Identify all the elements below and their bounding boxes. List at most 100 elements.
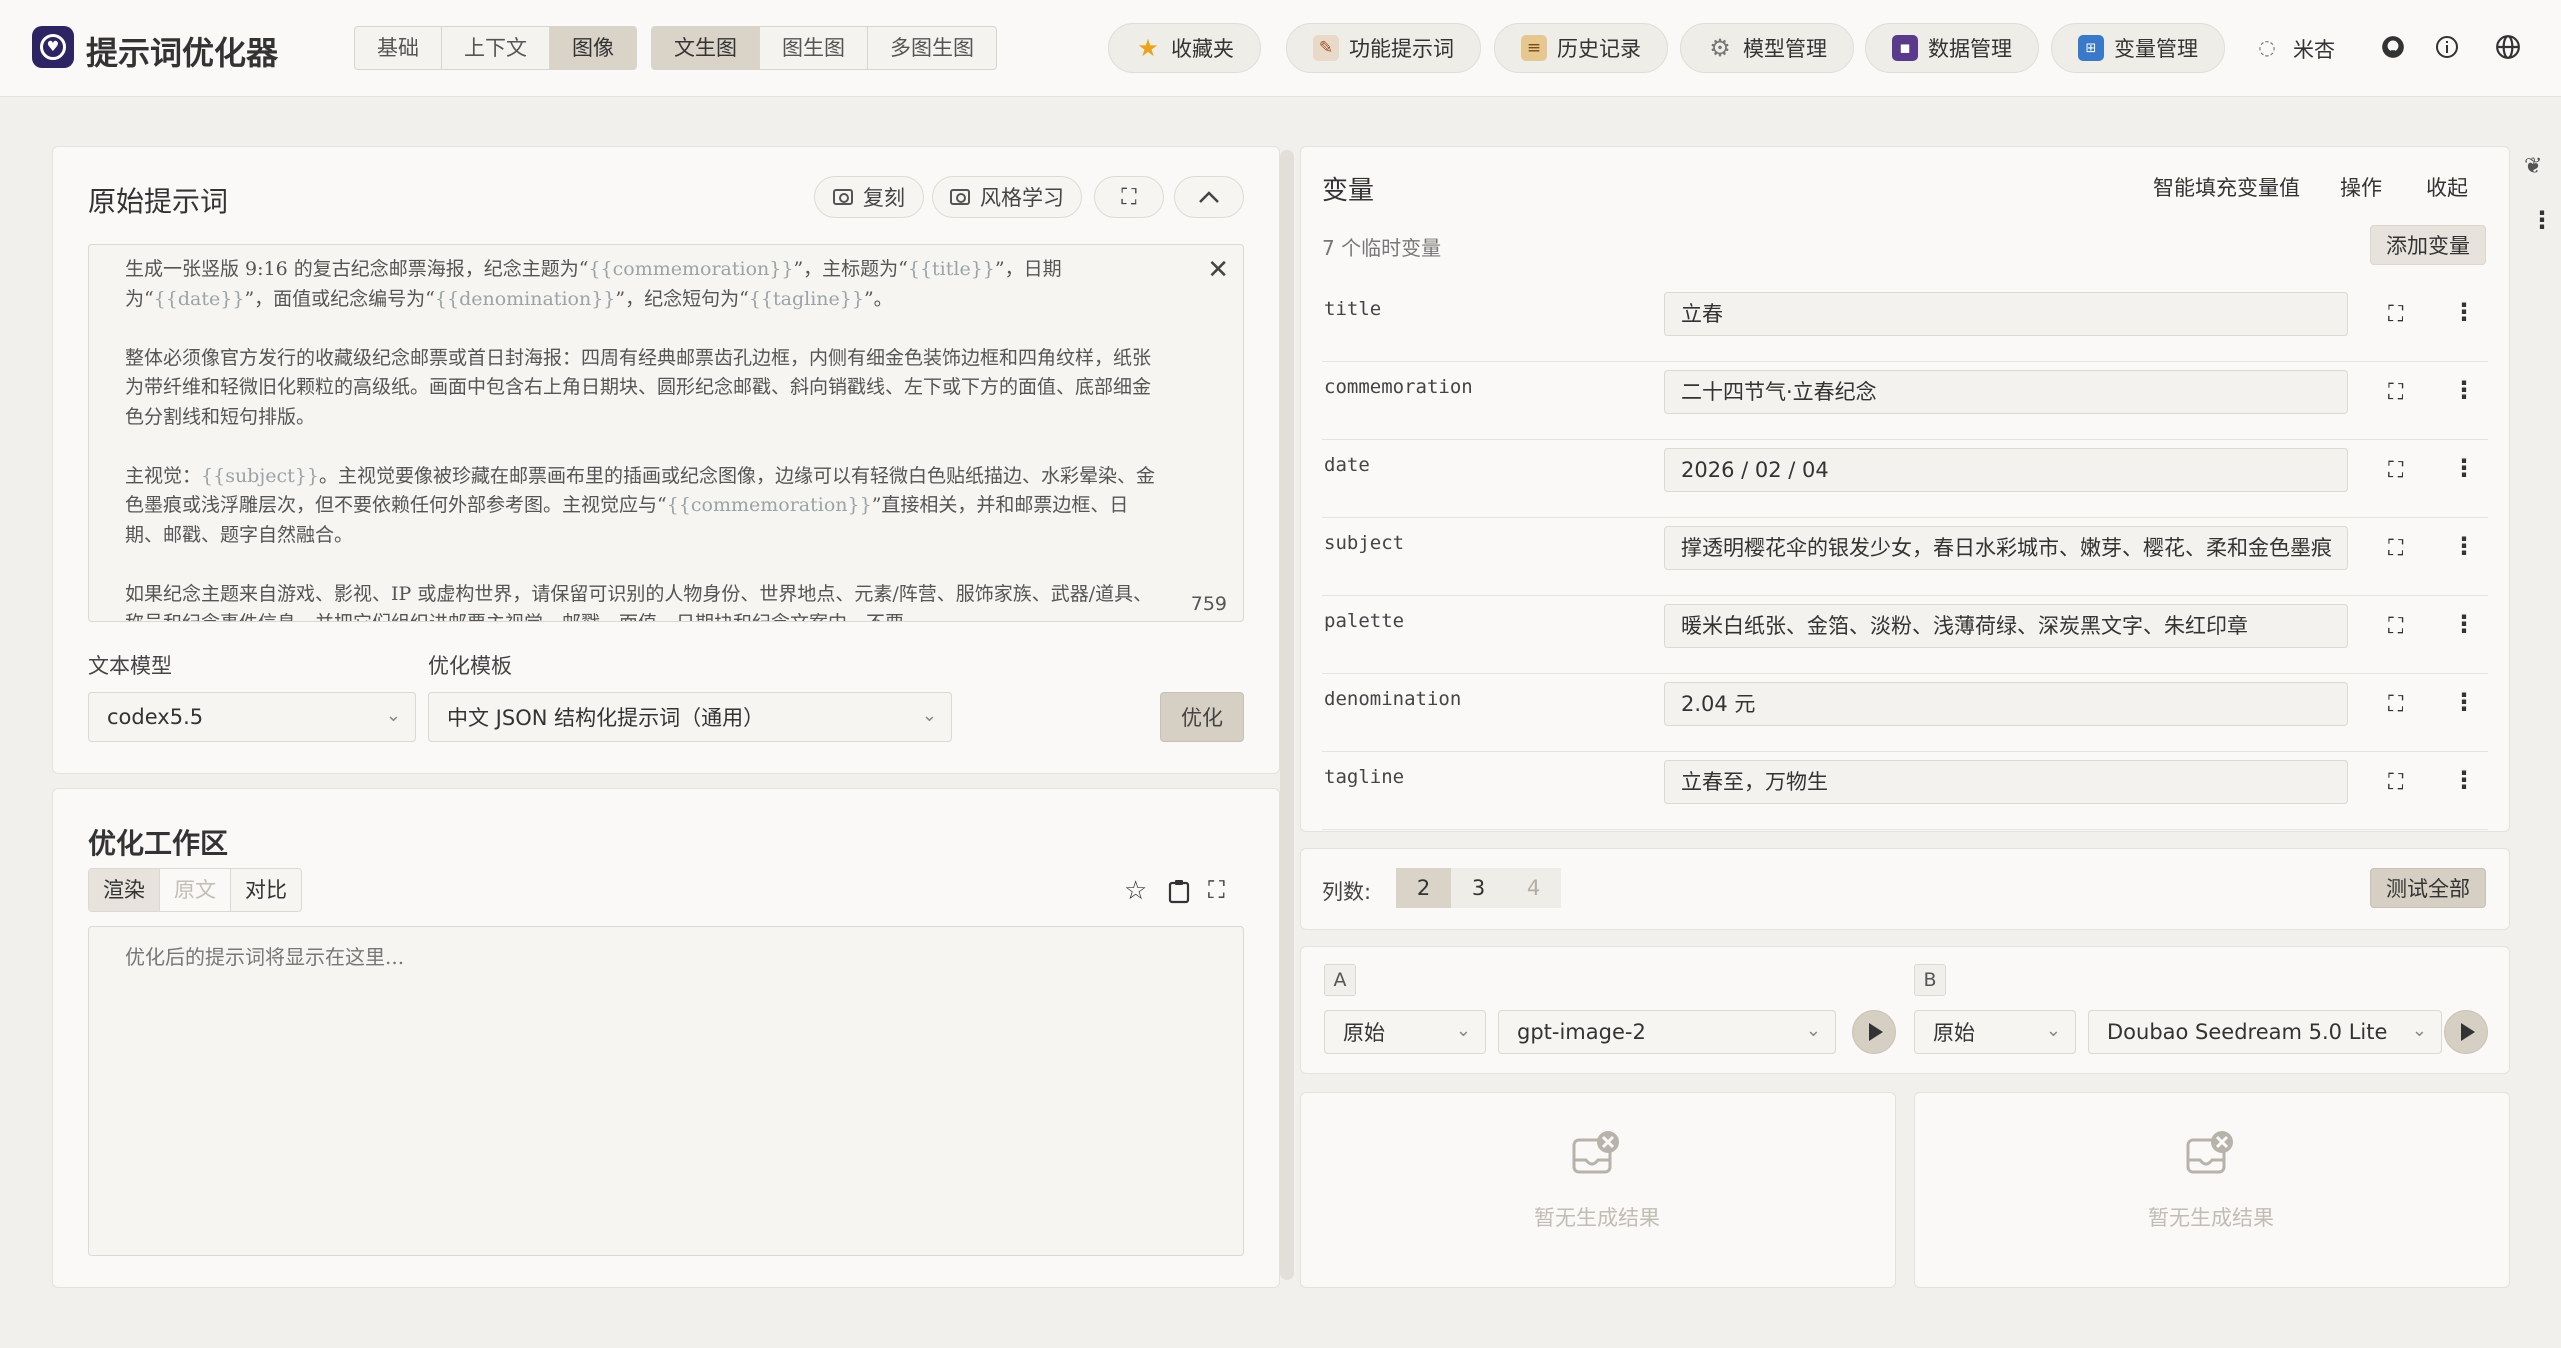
original-prompt-text: 生成一张竖版 9:16 的复古纪念邮票海报，纪念主题为“ {{commemorat… (125, 255, 1155, 622)
clear-icon[interactable]: ✕ (1207, 255, 1229, 285)
columns-option-3[interactable]: 3 (1451, 868, 1506, 908)
operations-button[interactable]: 操作 (2340, 172, 2382, 202)
variable-row: commemoration 二十四节气·立春纪念 ⛶ ⋮ (1322, 362, 2488, 440)
prompt-text-segment: 生成一张竖版 9:16 的复古纪念邮票海报，纪念主题为“ (125, 258, 589, 280)
prompt-text-segment: 如果纪念主题来自游戏、影视、IP 或虚构世界，请保留可识别的人物身份、世界地点、… (125, 582, 1153, 622)
run-model-b-button[interactable] (2444, 1010, 2488, 1054)
more-vertical-icon[interactable]: ⋮ (2452, 610, 2476, 638)
github-icon[interactable] (2378, 32, 2408, 62)
variable-name: palette (1324, 610, 1405, 632)
run-model-a-button[interactable] (1852, 1010, 1896, 1054)
text-model-select[interactable]: codex5.5 ⌄ (88, 692, 416, 742)
info-icon[interactable] (2432, 32, 2462, 62)
style-learning-button[interactable]: 风格学习 (932, 176, 1082, 218)
prompt-text-segment: ”。 (863, 287, 893, 310)
expand-icon[interactable]: ⛶ (2388, 770, 2403, 795)
columns-option-4[interactable]: 4 (1506, 868, 1561, 908)
more-vertical-icon[interactable]: ⋮ (2452, 688, 2476, 716)
variable-value-input[interactable]: 立春至，万物生 (1664, 760, 2348, 804)
expand-icon[interactable]: ⛶ (1208, 876, 1225, 904)
tab-render[interactable]: 渲染 (89, 869, 160, 911)
original-prompt-textarea[interactable]: 生成一张竖版 9:16 的复古纪念邮票海报，纪念主题为“ {{commemorat… (88, 244, 1244, 622)
smart-fill-button[interactable]: 智能填充变量值 (2153, 172, 2300, 202)
expand-icon: ⛶ (1121, 184, 1137, 210)
expand-icon[interactable]: ⛶ (2388, 302, 2403, 327)
expand-icon[interactable]: ⛶ (2388, 614, 2403, 639)
more-vertical-icon[interactable]: ⋮ (2452, 532, 2476, 560)
tab-basic[interactable]: 基础 (355, 27, 442, 69)
chevron-down-icon: ⌄ (1805, 1020, 1821, 1041)
variable-token: {{tagline}} (748, 287, 864, 310)
camera-icon (950, 189, 970, 205)
expand-icon[interactable]: ⛶ (2388, 458, 2403, 483)
optimize-button[interactable]: 优化 (1160, 692, 1244, 742)
more-vertical-icon[interactable]: ⋮ (2452, 298, 2476, 326)
expand-icon[interactable]: ⛶ (2388, 692, 2403, 717)
model-a-select[interactable]: gpt-image-2 ⌄ (1498, 1010, 1836, 1054)
model-b-mode-value: 原始 (1933, 1021, 1975, 1045)
copy-button[interactable]: 复刻 (814, 176, 924, 218)
workspace-title: 优化工作区 (88, 827, 229, 860)
test-all-button[interactable]: 测试全部 (2370, 868, 2486, 908)
lotus-icon[interactable]: ❦ (2524, 154, 2542, 179)
optimized-output-area[interactable]: 优化后的提示词将显示在这里... (88, 926, 1244, 1256)
tab-compare[interactable]: 对比 (231, 869, 301, 911)
variable-token: {{denomination}} (434, 287, 616, 310)
splitter-handle[interactable] (1280, 150, 1294, 1280)
more-vertical-icon[interactable]: ⋮ (2452, 454, 2476, 482)
variable-value-input[interactable]: 撑透明樱花伞的银发少女，春日水彩城市、嫩芽、樱花、柔和金色墨痕 (1664, 526, 2348, 570)
chevron-down-icon: ⌄ (1455, 1020, 1471, 1041)
expand-icon[interactable]: ⛶ (2388, 536, 2403, 561)
scroll-icon: ≡ (1521, 35, 1547, 61)
empty-result-icon (1572, 1131, 1619, 1174)
variable-value-input[interactable]: 2.04 元 (1664, 682, 2348, 726)
variable-management-button[interactable]: ⊞ 变量管理 (2051, 23, 2225, 73)
memo-icon: ✎ (1313, 35, 1339, 61)
data-management-button[interactable]: ▪ 数据管理 (1865, 23, 2039, 73)
model-a-mode-select[interactable]: 原始 ⌄ (1324, 1010, 1486, 1054)
model-management-button[interactable]: ⚙ 模型管理 (1680, 23, 1854, 73)
clipboard-icon[interactable] (1168, 878, 1190, 909)
tab-context[interactable]: 上下文 (442, 27, 550, 69)
chevron-up-icon (1199, 191, 1219, 203)
more-vertical-icon[interactable]: ⋮ (2452, 376, 2476, 404)
chevron-down-icon: ⌄ (2411, 1020, 2427, 1041)
tab-text-to-image[interactable]: 文生图 (652, 27, 760, 69)
model-b-tag: B (1914, 964, 1946, 996)
empty-result-a-text: 暂无生成结果 (1534, 1206, 1660, 1230)
tab-image[interactable]: 图像 (550, 27, 636, 69)
add-variable-button[interactable]: 添加变量 (2370, 225, 2486, 265)
star-outline-icon[interactable]: ☆ (1124, 876, 1147, 906)
more-vertical-icon[interactable]: ⋮ (2452, 766, 2476, 794)
template-value: 中文 JSON 结构化提示词（通用） (447, 706, 765, 730)
columns-option-2[interactable]: 2 (1396, 868, 1451, 908)
expand-icon[interactable]: ⛶ (2388, 380, 2403, 405)
variable-value-input[interactable]: 暖米白纸张、金箔、淡粉、浅薄荷绿、深炭黑文字、朱红印章 (1664, 604, 2348, 648)
variable-value-input[interactable]: 2026 / 02 / 04 (1664, 448, 2348, 492)
variable-token: {{commemoration}} (666, 494, 872, 516)
collapse-variables-button[interactable]: 收起 (2426, 172, 2468, 202)
favorites-button[interactable]: ★ 收藏夹 (1108, 23, 1261, 73)
tab-source[interactable]: 原文 (160, 869, 231, 911)
tab-image-to-image[interactable]: 图生图 (760, 27, 868, 69)
model-b-select[interactable]: Doubao Seedream 5.0 Lite ⌄ (2088, 1010, 2442, 1054)
variable-row: denomination 2.04 元 ⛶ ⋮ (1322, 674, 2488, 752)
globe-icon[interactable] (2493, 32, 2523, 62)
result-card-a (1300, 1092, 1896, 1288)
history-button[interactable]: ≡ 历史记录 (1494, 23, 1668, 73)
more-icon[interactable]: ⋮ (2530, 206, 2554, 234)
variable-management-label: 变量管理 (2114, 37, 2198, 61)
variable-value-input[interactable]: 二十四节气·立春纪念 (1664, 370, 2348, 414)
model-b-mode-select[interactable]: 原始 ⌄ (1914, 1010, 2076, 1054)
prompt-text-segment: 整体必须像官方发行的收藏级纪念邮票或首日封海报：四周有经典邮票齿孔边框，内侧有细… (125, 346, 1152, 428)
model-a-value: gpt-image-2 (1517, 1020, 1646, 1044)
output-placeholder: 优化后的提示词将显示在这里... (125, 945, 405, 969)
user-name[interactable]: 米杏 (2293, 34, 2335, 64)
variable-icon: ⊞ (2078, 35, 2104, 61)
collapse-button[interactable] (1174, 176, 1244, 218)
tab-multi-image[interactable]: 多图生图 (868, 27, 996, 69)
fullscreen-button[interactable]: ⛶ (1094, 176, 1164, 218)
template-select[interactable]: 中文 JSON 结构化提示词（通用） ⌄ (428, 692, 952, 742)
variable-value-input[interactable]: 立春 (1664, 292, 2348, 336)
function-prompts-button[interactable]: ✎ 功能提示词 (1286, 23, 1481, 73)
